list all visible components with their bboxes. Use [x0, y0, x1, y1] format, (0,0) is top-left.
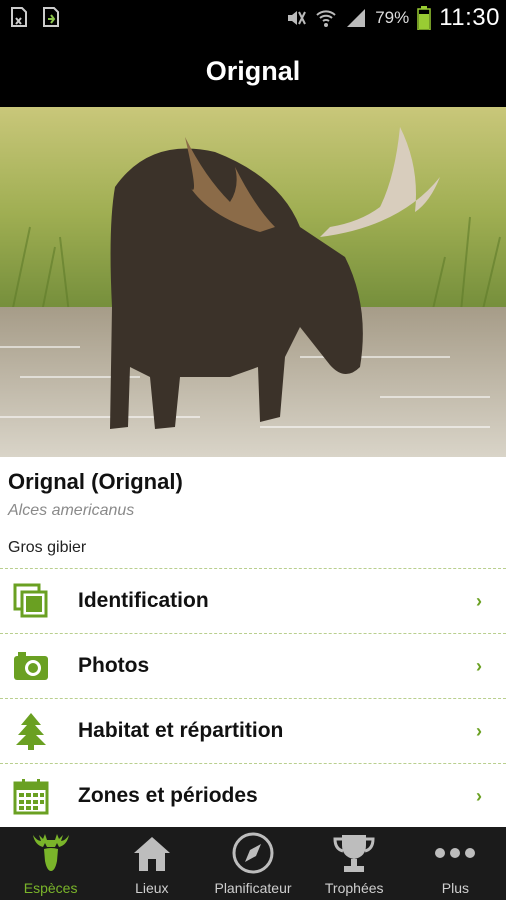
- page-title: Orignal: [205, 56, 301, 86]
- chevron-right-icon: ›: [476, 785, 482, 806]
- nav-item-lieux[interactable]: Lieux: [101, 827, 202, 900]
- wifi-icon: [316, 10, 336, 27]
- chevron-right-icon: ›: [476, 590, 482, 611]
- trophy-icon: [333, 835, 375, 872]
- menu-item-identification[interactable]: Identification ›: [0, 568, 506, 633]
- compass-icon: [232, 832, 274, 874]
- download-icon: [43, 7, 59, 27]
- nav-label: Lieux: [135, 880, 169, 896]
- species-info: Orignal (Orignal) Alces americanus Gros …: [0, 457, 506, 568]
- signal-icon: [347, 9, 366, 27]
- status-bar: 79% 11:30: [0, 0, 506, 36]
- clock: 11:30: [439, 4, 500, 31]
- calendar-icon: [13, 779, 49, 815]
- menu-item-label: Photos: [78, 654, 150, 677]
- title-bar: Orignal: [0, 36, 506, 107]
- tree-icon: [16, 713, 46, 750]
- battery-icon: [417, 6, 431, 30]
- bottom-nav: Espèces Lieux Planificateur Trophées Plu…: [0, 827, 506, 900]
- nav-label: Trophées: [324, 880, 384, 896]
- home-icon: [133, 837, 170, 871]
- chevron-right-icon: ›: [476, 655, 482, 676]
- mute-icon: [288, 11, 307, 25]
- nav-item-plus[interactable]: Plus: [405, 827, 506, 900]
- nav-item-planificateur[interactable]: Planificateur: [202, 827, 303, 900]
- menu-item-label: Habitat et répartition: [78, 719, 284, 742]
- species-category: Gros gibier: [8, 539, 87, 556]
- species-photo: [0, 107, 506, 457]
- nav-label: Espèces: [23, 880, 78, 896]
- more-icon: [435, 848, 476, 858]
- species-menu: Identification › Photos › Habitat et rép…: [0, 568, 506, 828]
- menu-item-habitat[interactable]: Habitat et répartition ›: [0, 698, 506, 763]
- nav-item-trophees[interactable]: Trophées: [304, 827, 405, 900]
- cards-icon: [13, 583, 48, 618]
- nav-label: Planificateur: [214, 880, 292, 896]
- battery-percent: 79%: [375, 8, 410, 27]
- moose-icon: [32, 834, 69, 871]
- chevron-right-icon: ›: [476, 720, 482, 741]
- menu-item-label: Zones et périodes: [78, 784, 258, 807]
- camera-icon: [14, 652, 48, 680]
- species-latin-name: Alces americanus: [8, 502, 135, 519]
- menu-item-label: Identification: [78, 589, 209, 612]
- nav-label: Plus: [441, 880, 470, 896]
- document-icon: [11, 7, 27, 27]
- menu-item-photos[interactable]: Photos ›: [0, 633, 506, 698]
- species-name: Orignal (Orignal): [8, 469, 183, 494]
- nav-item-especes[interactable]: Espèces: [0, 827, 101, 900]
- menu-item-zones[interactable]: Zones et périodes ›: [0, 763, 506, 828]
